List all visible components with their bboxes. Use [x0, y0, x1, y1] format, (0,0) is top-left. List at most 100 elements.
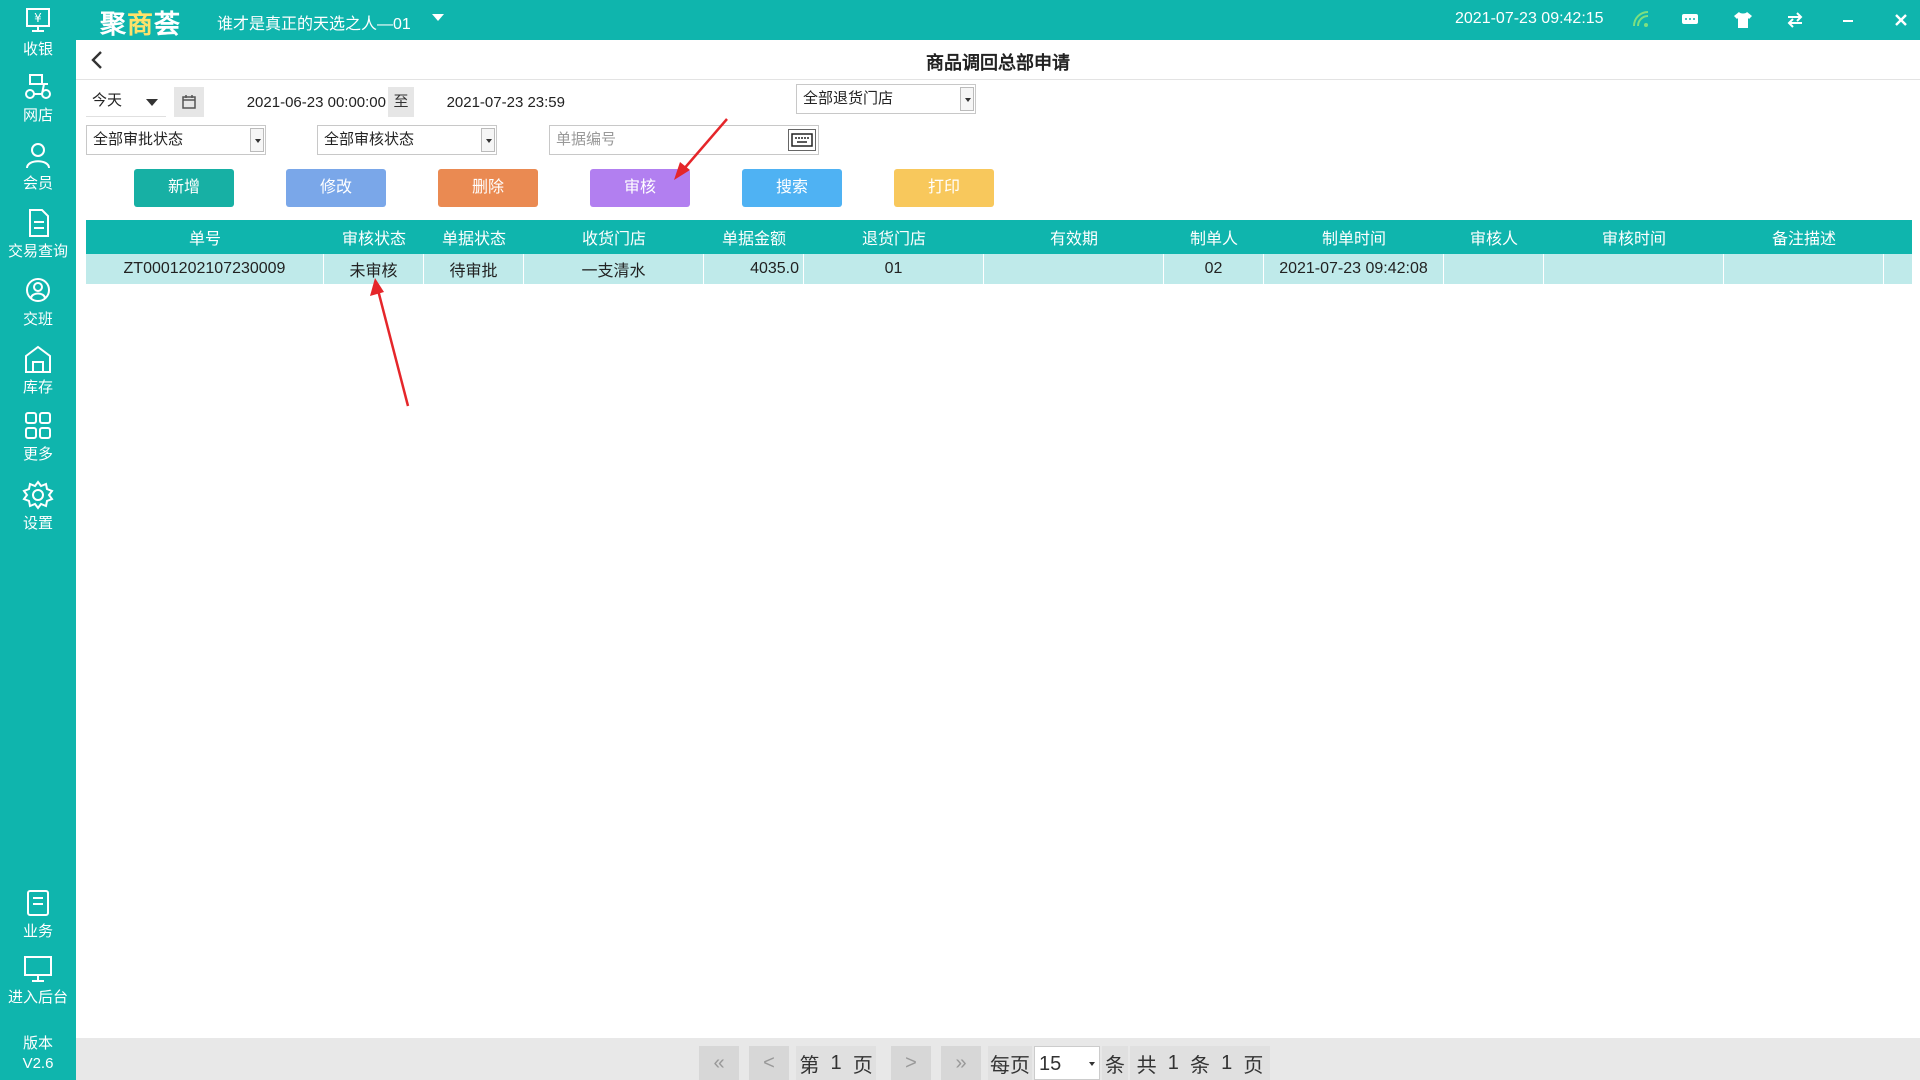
next-page-button[interactable]: >	[891, 1046, 931, 1080]
col-header-amount[interactable]: 单据金额	[704, 220, 804, 254]
doc-number-input[interactable]: 单据编号	[549, 125, 819, 155]
approve-status-value: 全部审批状态	[93, 131, 184, 148]
return-store-value: 全部退货门店	[803, 90, 894, 107]
cell-creator: 02	[1164, 254, 1264, 284]
sidebar-item-handover[interactable]: 交班	[0, 276, 76, 329]
col-header-receiving-store[interactable]: 收货门店	[524, 220, 704, 254]
return-store-select[interactable]: 全部退货门店	[796, 84, 976, 114]
per-page-select[interactable]: 15	[1034, 1046, 1100, 1080]
col-header-reviewer[interactable]: 审核人	[1444, 220, 1544, 254]
svg-text:¥: ¥	[34, 11, 42, 25]
sidebar-item-label: 库存	[22, 379, 53, 396]
add-button[interactable]: 新增	[134, 169, 234, 207]
sidebar-item-label: 业务	[22, 923, 53, 940]
calendar-icon[interactable]	[174, 87, 204, 117]
chevron-down-icon	[146, 99, 158, 106]
cashier-icon: ¥	[22, 6, 54, 36]
page-prefix: 第	[799, 1054, 820, 1077]
first-page-button[interactable]: «	[699, 1046, 739, 1080]
sidebar-item-online-store[interactable]: 网店	[0, 72, 76, 125]
sidebar: ¥ 收银 网店 会员 交易查询 交班 库存 更多 设置 业务 进入后台 版本 V…	[0, 0, 76, 1080]
content-area: 今天 2021-06-23 00:00:00 至 2021-07-23 23:5…	[86, 84, 1912, 1074]
sidebar-item-more[interactable]: 更多	[0, 411, 76, 464]
review-status-value: 全部审核状态	[324, 131, 415, 148]
total-count: 1	[1167, 1051, 1179, 1074]
total-summary: 共 1 条 1 页	[1130, 1046, 1270, 1080]
cell-created-time: 2021-07-23 09:42:08	[1264, 254, 1444, 284]
current-page-indicator: 第 1 页	[796, 1046, 876, 1080]
page-suffix: 页	[852, 1054, 873, 1077]
print-button[interactable]: 打印	[894, 169, 994, 207]
sidebar-item-settings[interactable]: 设置	[0, 480, 76, 533]
quick-date-select[interactable]: 今天	[86, 87, 166, 117]
approve-status-select[interactable]: 全部审批状态	[86, 125, 266, 155]
sidebar-item-label: 进入后台	[7, 989, 68, 1006]
sidebar-item-cashier[interactable]: ¥ 收银	[0, 6, 76, 59]
col-header-doc-status[interactable]: 单据状态	[424, 220, 524, 254]
col-header-remarks[interactable]: 备注描述	[1724, 220, 1884, 254]
review-status-select[interactable]: 全部审核状态	[317, 125, 497, 155]
edit-button[interactable]: 修改	[286, 169, 386, 207]
sidebar-item-backend[interactable]: 进入后台	[0, 954, 76, 1007]
review-button[interactable]: 审核	[590, 169, 690, 207]
sidebar-item-inventory[interactable]: 库存	[0, 344, 76, 397]
col-header-order-no[interactable]: 单号	[86, 220, 324, 254]
doc-number-placeholder: 单据编号	[556, 131, 617, 148]
cell-validity	[984, 254, 1164, 284]
last-page-button[interactable]: »	[941, 1046, 981, 1080]
dropdown-arrow-icon	[960, 87, 974, 111]
cell-amount: 4035.0	[704, 254, 804, 284]
sidebar-item-label: 网店	[22, 107, 53, 124]
cell-review-time	[1544, 254, 1724, 284]
total-unit: 条	[1190, 1054, 1210, 1077]
sidebar-item-label: 设置	[22, 515, 53, 532]
sidebar-item-label: 交班	[22, 311, 53, 328]
handover-icon	[22, 276, 54, 306]
keyboard-icon[interactable]	[788, 129, 816, 151]
col-header-created-time[interactable]: 制单时间	[1264, 220, 1444, 254]
sidebar-item-member[interactable]: 会员	[0, 140, 76, 193]
col-header-creator[interactable]: 制单人	[1164, 220, 1264, 254]
table-header: 单号 审核状态 单据状态 收货门店 单据金额 退货门店 有效期 制单人 制单时间…	[86, 220, 1912, 254]
scooter-icon	[22, 72, 54, 102]
message-icon[interactable]	[1678, 8, 1702, 32]
switch-icon[interactable]	[1783, 8, 1807, 32]
current-page: 1	[830, 1051, 842, 1074]
col-header-review-status[interactable]: 审核状态	[324, 220, 424, 254]
col-header-return-store[interactable]: 退货门店	[804, 220, 984, 254]
monitor-icon	[22, 954, 54, 984]
per-page-value: 15	[1039, 1053, 1062, 1075]
total-prefix: 共	[1136, 1054, 1157, 1077]
theme-shirt-icon[interactable]	[1731, 8, 1755, 32]
version-value: V2.6	[22, 1055, 54, 1072]
cell-reviewer	[1444, 254, 1544, 284]
per-page-label: 每页	[988, 1046, 1032, 1080]
app-logo: 聚商荟	[100, 9, 182, 39]
col-header-validity[interactable]: 有效期	[984, 220, 1164, 254]
sidebar-item-business[interactable]: 业务	[0, 888, 76, 941]
dropdown-arrow-icon	[250, 128, 264, 152]
delete-button[interactable]: 删除	[438, 169, 538, 207]
minimize-icon[interactable]	[1836, 8, 1860, 32]
table-row[interactable]: ZT0001202107230009 未审核 待审批 一支清水 4035.0 0…	[86, 254, 1912, 284]
cell-review-status: 未审核	[324, 254, 424, 284]
prev-page-button[interactable]: <	[749, 1046, 789, 1080]
top-bar: 聚商荟 谁才是真正的天选之人—01 2021-07-23 09:42:15	[76, 0, 1920, 40]
cell-doc-status: 待审批	[424, 254, 524, 284]
cell-order-no: ZT0001202107230009	[86, 254, 324, 284]
wifi-icon	[1630, 8, 1654, 32]
document-icon	[22, 208, 54, 238]
close-icon[interactable]	[1889, 8, 1913, 32]
pagination-bar: « < 第 1 页 > » 每页 15 条 共 1 条 1 页	[76, 1038, 1920, 1080]
end-date-input[interactable]: 2021-07-23 23:59	[421, 88, 565, 118]
col-header-review-time[interactable]: 审核时间	[1544, 220, 1724, 254]
sidebar-item-transactions[interactable]: 交易查询	[0, 208, 76, 261]
store-name[interactable]: 谁才是真正的天选之人—01	[217, 10, 411, 34]
start-date-input[interactable]: 2021-06-23 00:00:00	[210, 88, 386, 118]
search-button[interactable]: 搜索	[742, 169, 842, 207]
dropdown-arrow-icon	[1089, 1062, 1095, 1066]
cell-receiving-store: 一支清水	[524, 254, 704, 284]
gear-icon	[22, 480, 54, 510]
title-bar: 商品调回总部申请	[76, 40, 1920, 80]
chevron-down-icon[interactable]	[432, 14, 444, 21]
